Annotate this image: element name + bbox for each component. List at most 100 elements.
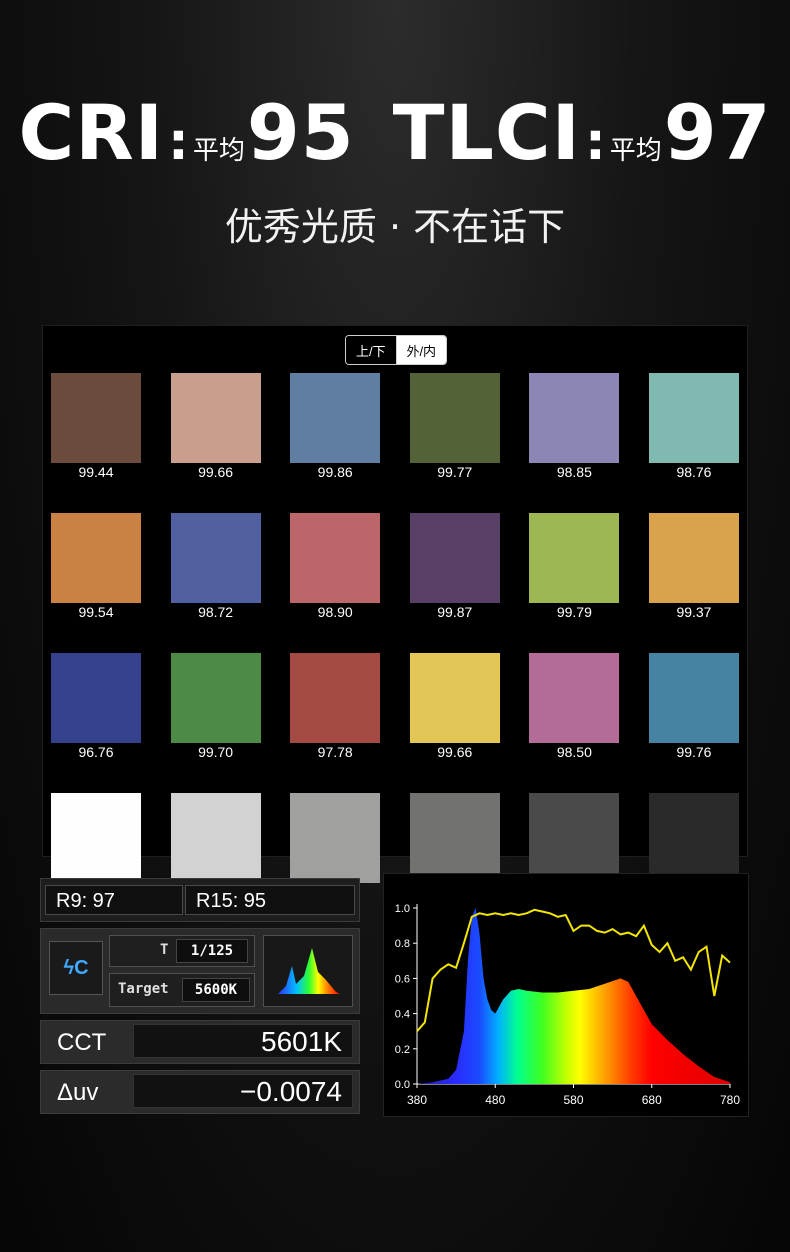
x-tick-label: 380	[407, 1093, 427, 1107]
duv-value: −0.0074	[133, 1074, 353, 1108]
tlci-average-label: 平均	[609, 136, 662, 166]
r15-readout: R15: 95	[185, 885, 355, 915]
color-patch: 99.70	[170, 653, 261, 761]
shutter-box[interactable]: T 1/125	[109, 935, 255, 967]
color-patch-value: 98.72	[198, 604, 234, 620]
y-tick-label: 0.2	[395, 1044, 410, 1056]
color-patch: 99.77	[409, 373, 500, 481]
spectrum-mode-button[interactable]	[263, 935, 353, 1007]
color-patch-swatch	[409, 373, 500, 463]
color-patch: 99.76	[648, 653, 739, 761]
shutter-value: 1/125	[176, 939, 248, 963]
color-patch: 98.85	[529, 373, 620, 481]
color-patch-value: 99.66	[437, 744, 473, 760]
color-patch: 99.54	[51, 513, 141, 621]
color-patch-swatch	[529, 793, 620, 883]
shutter-label: T	[160, 942, 169, 958]
color-patch-swatch	[170, 513, 261, 603]
spectrum-chart-svg: 0.0 0.2 0.4 0.6 0.8 1.0 380 480 580 680 780	[395, 903, 741, 1107]
color-patch-swatch	[648, 373, 739, 463]
color-patch-swatch	[51, 653, 141, 743]
color-patch-value: 99.77	[437, 464, 473, 480]
color-patch-swatch	[290, 513, 381, 603]
color-patch: 97.78	[290, 653, 381, 761]
headline: CRI: 平均95 TLCI: 平均97	[0, 88, 790, 177]
color-patch: 99.66	[409, 653, 500, 761]
x-tick-label: 480	[485, 1093, 505, 1107]
color-patch-swatch	[51, 513, 141, 603]
color-patch-value: 99.54	[78, 604, 114, 620]
color-patch-swatch	[170, 373, 261, 463]
color-patch-value: 99.37	[676, 604, 712, 620]
color-patch-value: 98.76	[676, 464, 712, 480]
flash-mode-icon[interactable]: ϟC	[49, 941, 103, 995]
cct-value: 5601K	[133, 1024, 353, 1058]
spectrum-thumbnail-icon	[278, 948, 340, 994]
color-patch-swatch	[51, 793, 141, 883]
color-patch-value: 98.50	[556, 744, 592, 760]
color-patch-grid: 99.44 99.66 99.86 99.77 98.85 98.76 99.54 98.72…	[51, 373, 739, 901]
target-value: 5600K	[182, 978, 250, 1002]
color-patch-swatch	[51, 373, 141, 463]
spectrum-area	[417, 908, 730, 1084]
y-tick-label: 1.0	[395, 903, 410, 915]
cct-label: CCT	[57, 1029, 107, 1056]
color-patch-value: 97.78	[317, 744, 353, 760]
color-patch-value: 99.76	[676, 744, 712, 760]
color-patch-swatch	[290, 373, 381, 463]
view-toggle[interactable]: 上/下 外/内	[345, 335, 447, 365]
color-patch-swatch	[648, 793, 739, 883]
color-patch-value: 99.86	[317, 464, 353, 480]
color-patch-swatch	[648, 653, 739, 743]
duv-label: Δuv	[57, 1079, 99, 1106]
cri-value: 95	[246, 88, 355, 177]
color-patch-value: 98.90	[317, 604, 353, 620]
y-tick-label: 0.4	[395, 1009, 410, 1021]
color-patch-swatch	[409, 513, 500, 603]
x-tick-label: 780	[720, 1093, 740, 1107]
color-patch-swatch	[529, 513, 620, 603]
color-patch-swatch	[529, 653, 620, 743]
color-patch: 99.86	[290, 373, 381, 481]
color-patch-swatch	[290, 793, 381, 883]
color-patch: 99.66	[170, 373, 261, 481]
color-checker-panel: 上/下 外/内 99.44 99.66 99.86 99.77 98.85 98.76 99…	[42, 325, 748, 900]
color-patch-value: 99.44	[78, 464, 114, 480]
color-patch-value: 98.85	[556, 464, 592, 480]
target-box[interactable]: Target 5600K	[109, 973, 255, 1007]
target-label: Target	[118, 981, 169, 997]
color-patch-swatch	[529, 373, 620, 463]
color-patch: 99.79	[529, 513, 620, 621]
color-patch: 98.76	[648, 373, 739, 481]
cct-row: CCT 5601K	[40, 1020, 360, 1064]
y-tick-label: 0.6	[395, 973, 410, 985]
color-patch: 98.90	[290, 513, 381, 621]
spectrum-chart: 0.0 0.2 0.4 0.6 0.8 1.0 380 480 580 680 780	[383, 873, 749, 1117]
tlci-value: 97	[663, 88, 772, 177]
color-patch-value: 99.70	[198, 744, 234, 760]
cri-colon: :	[168, 112, 189, 172]
color-patch-value: 99.66	[198, 464, 234, 480]
toggle-outer-inner[interactable]: 外/内	[396, 336, 446, 364]
y-tick-label: 0.0	[395, 1079, 410, 1091]
color-patch-value: 99.79	[556, 604, 592, 620]
cri-average-label: 平均	[192, 136, 245, 166]
meter-settings: ϟC T 1/125 Target 5600K	[40, 928, 360, 1014]
color-patch-swatch	[170, 793, 261, 883]
rendering-index-row: R9: 97 R15: 95	[40, 878, 360, 922]
color-patch-swatch	[409, 793, 500, 883]
color-patch: 99.44	[51, 373, 141, 481]
tlci-colon: :	[584, 112, 606, 172]
color-patch-value: 96.76	[78, 744, 114, 760]
toggle-top-bottom[interactable]: 上/下	[346, 336, 397, 364]
x-tick-label: 580	[563, 1093, 583, 1107]
light-meter-panel: R9: 97 R15: 95 ϟC T 1/125 Target 5600K C…	[40, 878, 360, 1116]
r9-readout: R9: 97	[45, 885, 183, 915]
color-patch-swatch	[290, 653, 381, 743]
cri-label: CRI	[18, 88, 165, 177]
color-patch-swatch	[170, 653, 261, 743]
y-tick-label: 0.8	[395, 938, 410, 950]
color-patch-swatch	[648, 513, 739, 603]
color-patch: 99.87	[409, 513, 500, 621]
color-patch-value: 99.87	[437, 604, 473, 620]
